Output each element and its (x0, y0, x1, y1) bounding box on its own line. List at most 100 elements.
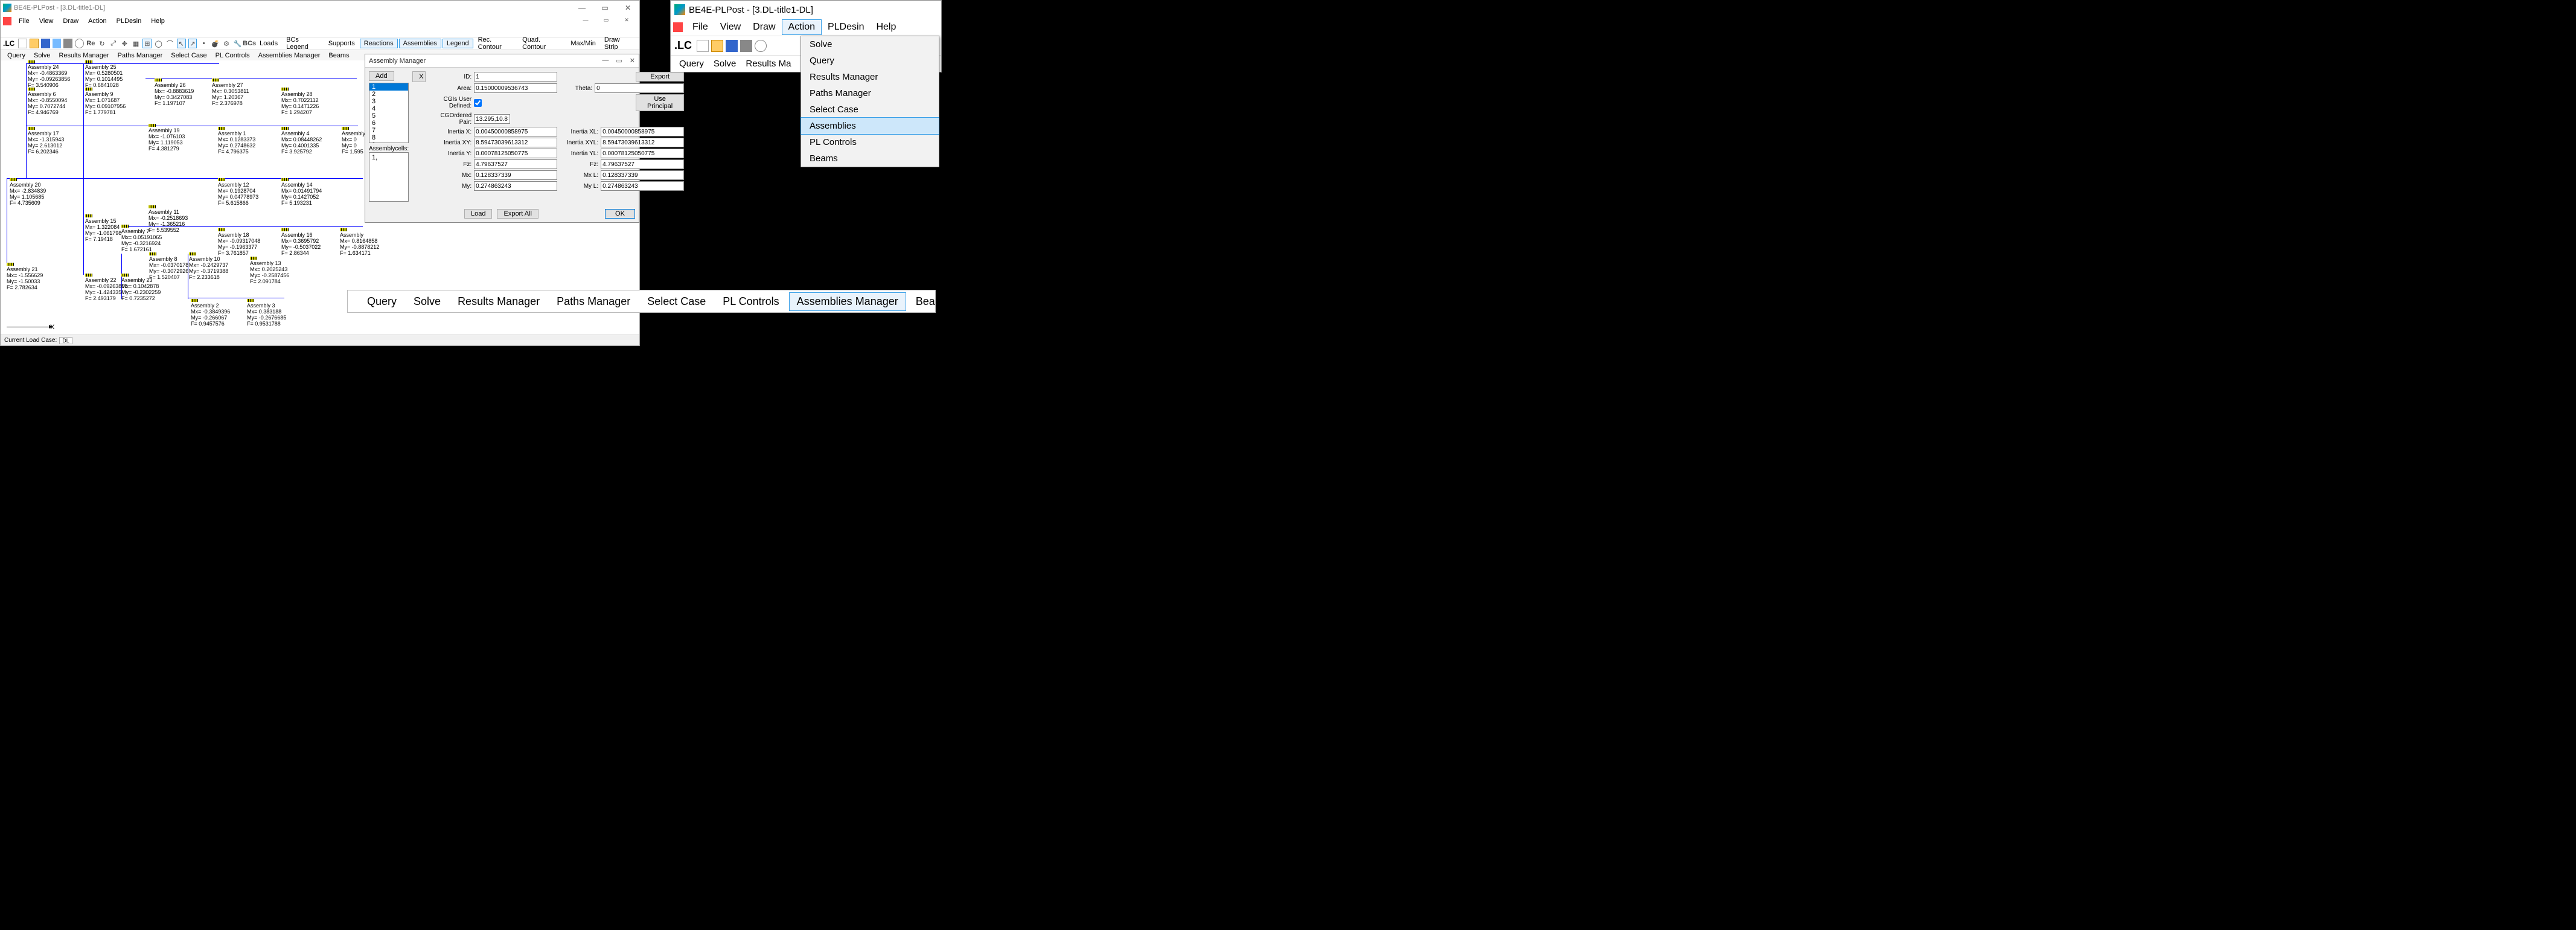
tb2-results-manager[interactable]: Results Manager (55, 51, 113, 60)
close-button[interactable]: ✕ (619, 4, 637, 12)
dialog-minimize-button[interactable]: — (602, 57, 609, 65)
dd-pl-controls[interactable]: PL Controls (801, 134, 939, 150)
assembly-node-icon[interactable] (191, 299, 198, 302)
maximize-button[interactable]: ▭ (596, 4, 614, 12)
z2-select-case[interactable]: Select Case (640, 293, 713, 310)
assembly-node-icon[interactable] (121, 274, 129, 277)
pan-icon[interactable]: ✥ (120, 39, 129, 48)
iy-input[interactable] (474, 149, 557, 158)
bomb-icon[interactable]: 💣 (211, 39, 220, 48)
assembly-node-icon[interactable] (149, 124, 156, 127)
dd-results-manager[interactable]: Results Manager (801, 69, 939, 85)
export-all-button[interactable]: Export All (497, 209, 538, 219)
list-item[interactable]: 9 (369, 141, 408, 143)
assembly-listbox[interactable]: 123456789101112 (369, 83, 409, 143)
z2-solve[interactable]: Solve (406, 293, 448, 310)
ok-button[interactable]: OK (605, 209, 635, 219)
assembly-node-icon[interactable] (7, 263, 14, 266)
theta-input[interactable] (595, 83, 684, 93)
loads-button[interactable]: Loads (256, 39, 281, 48)
select-icon[interactable]: ↖ (177, 39, 186, 48)
search-icon[interactable] (75, 39, 84, 48)
menu-view[interactable]: View (34, 16, 59, 26)
dialog-maximize-button[interactable]: ▭ (616, 57, 622, 65)
zoom-sub-solve[interactable]: Solve (709, 57, 741, 70)
dd-solve[interactable]: Solve (801, 36, 939, 53)
zoom-print-icon[interactable] (740, 40, 752, 52)
cgpair-input[interactable] (474, 114, 510, 124)
ix-input[interactable] (474, 127, 557, 136)
assembly-node-icon[interactable] (28, 127, 35, 130)
save-icon[interactable] (41, 39, 50, 48)
tb2-paths-manager[interactable]: Paths Manager (113, 51, 167, 60)
assembly-node-icon[interactable] (85, 60, 92, 63)
assembly-node-icon[interactable] (342, 127, 349, 130)
use-principal-button[interactable]: Use Principal (636, 94, 684, 111)
wrench-icon[interactable]: 🔧 (233, 39, 242, 48)
tb2-select-case[interactable]: Select Case (167, 51, 211, 60)
tb2-query[interactable]: Query (3, 51, 30, 60)
assembly-node-icon[interactable] (218, 228, 225, 231)
zoom-menu-help[interactable]: Help (870, 20, 902, 34)
zoom-menu-view[interactable]: View (714, 20, 747, 34)
zoom-sub-query[interactable]: Query (674, 57, 709, 70)
xy-icon[interactable]: ⊞ (142, 39, 152, 48)
dd-assemblies[interactable]: Assemblies (801, 117, 939, 135)
zoom-window-icon[interactable]: ⤢ (109, 39, 118, 48)
assembly-node-icon[interactable] (28, 88, 35, 91)
list-item[interactable]: 5 (369, 112, 408, 120)
assembly-node-icon[interactable] (281, 88, 289, 91)
mxl-input[interactable] (601, 170, 684, 180)
zoom-menu-pldesin[interactable]: PLDesin (822, 20, 870, 34)
menu-help[interactable]: Help (146, 16, 170, 26)
z2-assemblies-manager[interactable]: Assemblies Manager (789, 292, 906, 311)
list-item[interactable]: 2 (369, 91, 408, 98)
redo-icon[interactable]: ↻ (98, 39, 107, 48)
gear-icon[interactable]: ⚙ (222, 39, 231, 48)
assembly-node-icon[interactable] (247, 299, 254, 302)
assembly-node-icon[interactable] (10, 178, 17, 181)
area-input[interactable] (474, 83, 557, 93)
child-maximize-button[interactable]: ▭ (597, 17, 615, 24)
assembly-node-icon[interactable] (121, 225, 129, 228)
child-minimize-button[interactable]: — (577, 17, 595, 24)
arc-icon[interactable]: ⌒ (165, 39, 174, 48)
list-item[interactable]: 7 (369, 127, 408, 134)
ixyl-input[interactable] (601, 138, 684, 147)
app-menu-icon[interactable] (3, 17, 11, 25)
assembly-node-icon[interactable] (281, 178, 289, 181)
assembly-node-icon[interactable] (155, 79, 162, 82)
re-button[interactable]: Re (86, 39, 95, 48)
grid-icon[interactable]: ▦ (132, 39, 141, 48)
legend-button[interactable]: Legend (443, 39, 473, 48)
menu-pldesin[interactable]: PLDesin (112, 16, 147, 26)
menu-draw[interactable]: Draw (58, 16, 83, 26)
z2-paths-manager[interactable]: Paths Manager (549, 293, 638, 310)
dot-icon[interactable]: • (199, 39, 208, 48)
supports-button[interactable]: Supports (325, 39, 359, 48)
assembly-node-icon[interactable] (218, 178, 225, 181)
dd-select-case[interactable]: Select Case (801, 101, 939, 118)
save-as-icon[interactable] (53, 39, 62, 48)
list-item[interactable]: 1 (369, 83, 408, 91)
dd-paths-manager[interactable]: Paths Manager (801, 85, 939, 101)
list-item[interactable]: 4 (369, 105, 408, 112)
mx-input[interactable] (474, 170, 557, 180)
assembly-node-icon[interactable] (189, 252, 196, 255)
print-icon[interactable] (63, 39, 72, 48)
assemblies-button[interactable]: Assemblies (399, 39, 441, 48)
zoom-open-icon[interactable] (711, 40, 723, 52)
dialog-title-bar[interactable]: Assembly Manager — ▭ ✕ (365, 54, 639, 68)
assembly-node-icon[interactable] (340, 228, 347, 231)
assembly-node-icon[interactable] (281, 228, 289, 231)
new-icon[interactable] (18, 39, 27, 48)
x-button[interactable]: X (412, 71, 426, 82)
ixy-input[interactable] (474, 138, 557, 147)
zoom-menu-action[interactable]: Action (782, 19, 822, 35)
assembly-node-icon[interactable] (281, 127, 289, 130)
fz-input[interactable] (474, 159, 557, 169)
zoom-search-icon[interactable] (755, 40, 767, 52)
iyl-input[interactable] (601, 149, 684, 158)
z2-pl-controls[interactable]: PL Controls (715, 293, 786, 310)
minimize-button[interactable]: — (573, 4, 591, 12)
